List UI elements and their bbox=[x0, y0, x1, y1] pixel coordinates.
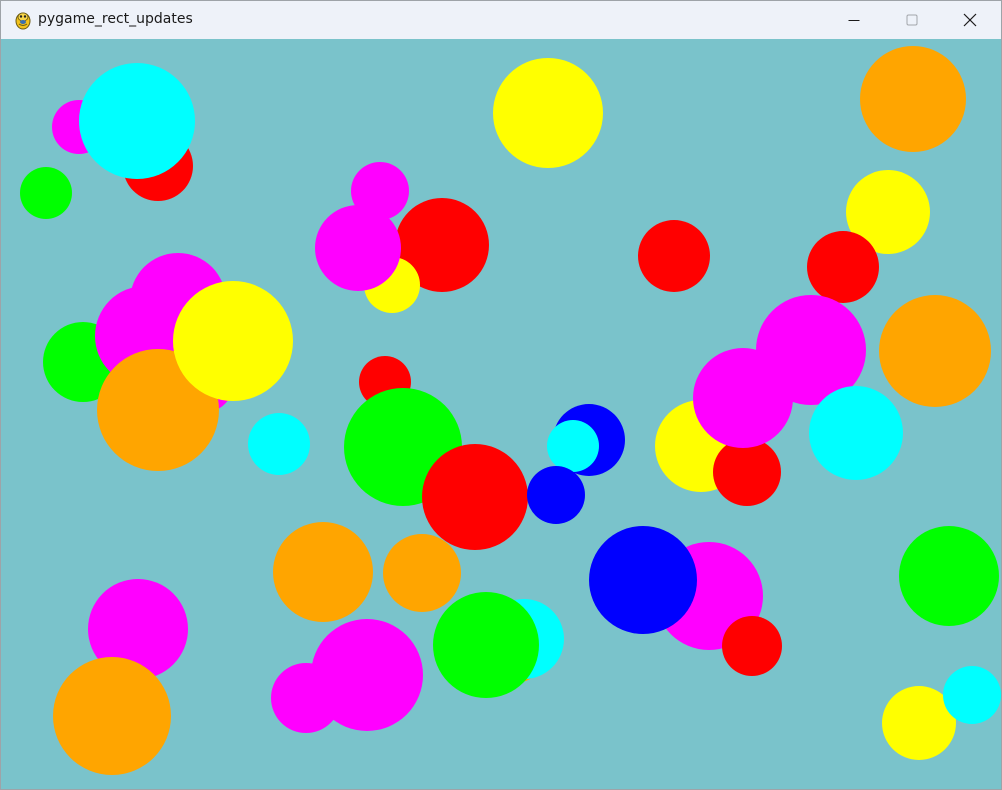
orange-circle bbox=[860, 46, 966, 152]
red-circle bbox=[807, 231, 879, 303]
cyan-circle bbox=[943, 666, 1001, 724]
orange-circle bbox=[383, 534, 461, 612]
red-circle bbox=[722, 616, 782, 676]
red-circle bbox=[422, 444, 528, 550]
cyan-circle bbox=[79, 63, 195, 179]
orange-circle bbox=[273, 522, 373, 622]
pygame-snake-icon bbox=[15, 12, 31, 30]
cyan-circle bbox=[248, 413, 310, 475]
orange-circle bbox=[879, 295, 991, 407]
green-circle bbox=[20, 167, 72, 219]
window-title: pygame_rect_updates bbox=[38, 11, 193, 27]
title-bar[interactable]: pygame_rect_updates bbox=[1, 1, 1001, 39]
green-circle bbox=[433, 592, 539, 698]
red-circle bbox=[638, 220, 710, 292]
close-icon bbox=[963, 13, 977, 27]
maximize-button[interactable] bbox=[883, 1, 941, 39]
magenta-circle bbox=[311, 619, 423, 731]
cyan-circle bbox=[809, 386, 903, 480]
orange-circle bbox=[53, 657, 171, 775]
yellow-circle bbox=[493, 58, 603, 168]
minimize-button[interactable] bbox=[825, 1, 883, 39]
cyan-circle bbox=[547, 420, 599, 472]
maximize-icon bbox=[906, 14, 918, 26]
magenta-circle bbox=[315, 205, 401, 291]
green-circle bbox=[899, 526, 999, 626]
circles-layer bbox=[20, 46, 1001, 775]
red-circle bbox=[713, 438, 781, 506]
close-button[interactable] bbox=[941, 1, 999, 39]
blue-circle bbox=[589, 526, 697, 634]
minimize-icon bbox=[848, 20, 860, 21]
app-window: pygame_rect_updates bbox=[0, 0, 1002, 790]
blue-circle bbox=[527, 466, 585, 524]
game-canvas[interactable] bbox=[1, 39, 1001, 789]
yellow-circle bbox=[173, 281, 293, 401]
